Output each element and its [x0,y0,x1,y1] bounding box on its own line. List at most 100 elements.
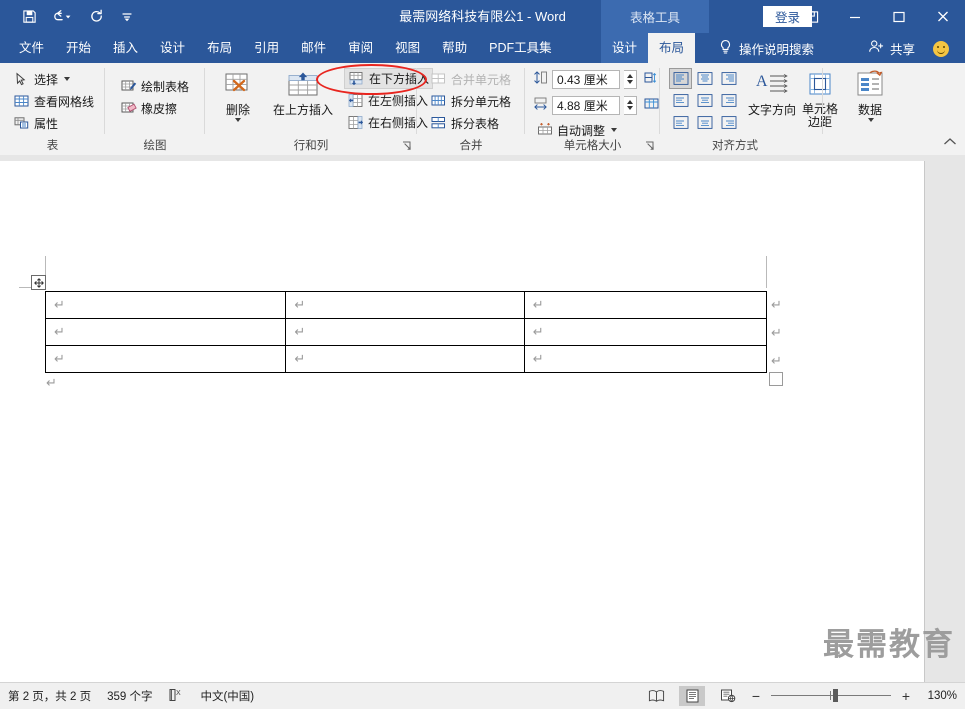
tab-layout[interactable]: 布局 [196,33,243,63]
cell-size-dialog-launcher[interactable] [645,141,656,152]
read-mode-icon[interactable] [643,686,669,706]
text-direction-button[interactable]: A 文字方向 [746,67,798,117]
align-top-left-button[interactable] [669,68,692,89]
align-center-left-button[interactable] [669,90,692,111]
zoom-level[interactable]: 130% [921,690,957,702]
align-center-right-button[interactable] [717,90,740,111]
tab-table-layout[interactable]: 布局 [648,33,696,63]
tab-home[interactable]: 开始 [55,33,102,63]
document-table[interactable]: ↵ ↵ ↵ ↵ ↵ ↵ ↵ ↵ ↵ [44,291,768,373]
minimize-icon[interactable] [833,0,877,33]
align-center-button[interactable] [693,90,716,111]
language-status[interactable]: 中文(中国) [200,688,254,704]
document-area[interactable]: ↵ ↵ ↵ ↵ ↵ ↵ ↵ ↵ ↵ ↵ ↵ ↵ ↵ 最需教育 [0,155,965,682]
tab-review[interactable]: 审阅 [337,33,384,63]
svg-text:X: X [176,690,181,697]
align-bottom-center-button[interactable] [693,112,716,133]
tab-insert[interactable]: 插入 [102,33,149,63]
redo-icon[interactable] [82,4,112,30]
table-cell[interactable]: ↵ [44,291,287,319]
maximize-icon[interactable] [877,0,921,33]
zoom-thumb[interactable] [833,689,838,702]
select-label: 选择 [34,72,59,87]
column-width-spinner[interactable] [624,95,637,115]
table-row[interactable]: ↵ ↵ ↵ [44,318,768,346]
table-resize-handle[interactable] [769,372,783,386]
properties-button[interactable]: 属性 [10,112,97,134]
rows-columns-dialog-launcher[interactable] [402,141,413,152]
main-tabs: 文件 开始 插入 设计 布局 引用 邮件 审阅 视图 帮助 PDF工具集 [8,33,563,63]
row-height-input[interactable]: 0.43 厘米 [552,69,620,89]
select-dropdown-caret[interactable] [64,77,71,81]
page-info[interactable]: 第 2 页，共 2 页 [8,688,91,704]
print-layout-icon[interactable] [679,686,705,706]
tab-mailings[interactable]: 邮件 [290,33,337,63]
insert-below-icon [348,70,365,87]
zoom-out-button[interactable]: − [751,688,761,704]
align-bottom-left-button[interactable] [669,112,692,133]
zoom-slider[interactable] [771,689,891,703]
delete-dropdown-caret[interactable] [235,118,241,122]
feedback-smiley-icon[interactable] [933,41,949,57]
select-button[interactable]: 选择 [10,68,97,90]
column-width-input[interactable]: 4.88 厘米 [552,95,620,115]
ribbon-display-options-icon[interactable] [789,0,833,33]
data-dropdown-caret[interactable] [868,118,874,122]
table-cell[interactable]: ↵ [44,345,287,373]
data-button[interactable]: 数据 [842,67,898,122]
view-gridlines-icon [13,93,30,110]
table-cell[interactable]: ↵ [523,291,768,319]
collapse-ribbon-button[interactable] [943,136,957,150]
tab-file[interactable]: 文件 [8,33,55,63]
zoom-in-button[interactable]: + [901,688,911,704]
watermark-text: 最需教育 [823,627,955,662]
eraser-button[interactable]: 橡皮擦 [117,97,192,119]
tab-view[interactable]: 视图 [384,33,431,63]
table-row[interactable]: ↵ ↵ ↵ [44,345,768,373]
tab-pdf-tools[interactable]: PDF工具集 [478,33,563,63]
autofit-dropdown-caret[interactable] [611,128,618,132]
customize-qat-icon[interactable] [112,4,142,30]
group-label-draw: 绘图 [143,140,167,152]
align-top-right-button[interactable] [717,68,740,89]
tab-table-design[interactable]: 设计 [601,33,648,63]
save-icon[interactable] [14,4,44,30]
table-cell[interactable]: ↵ [285,318,525,346]
close-icon[interactable] [921,0,965,33]
table-cell[interactable]: ↵ [44,318,287,346]
tab-design[interactable]: 设计 [149,33,196,63]
table-cell[interactable]: ↵ [523,318,768,346]
delete-button[interactable]: 删除 [210,67,266,122]
ribbon-group-alignment: A 文字方向 单元格边距 对齐方式 [660,63,838,155]
contextual-tools-title: 表格工具 [601,0,709,33]
split-table-button[interactable]: 拆分表格 [427,112,514,134]
insert-above-button[interactable]: 在上方插入 [265,67,341,117]
group-label-alignment: 对齐方式 [712,140,758,152]
share-button[interactable]: 共享 [868,33,915,63]
table-cell[interactable]: ↵ [285,291,525,319]
table-cell[interactable]: ↵ [523,345,768,373]
document-page[interactable]: ↵ ↵ ↵ ↵ ↵ ↵ ↵ ↵ ↵ ↵ ↵ ↵ ↵ [0,161,925,682]
paragraph-mark: ↵ [294,297,306,312]
word-count[interactable]: 359 个字 [107,688,152,704]
table-move-handle[interactable] [31,275,46,290]
tell-me-search[interactable]: 操作说明搜索 [718,33,814,63]
draw-table-button[interactable]: 绘制表格 [117,75,192,97]
tab-references[interactable]: 引用 [243,33,290,63]
tab-help[interactable]: 帮助 [431,33,478,63]
distribute-rows-icon[interactable] [644,71,659,88]
distribute-columns-icon[interactable] [644,97,659,114]
row-height-spinner[interactable] [624,69,637,89]
proofing-errors-icon[interactable]: X [168,688,184,705]
view-gridlines-label: 查看网格线 [34,94,95,109]
split-cells-label: 拆分单元格 [451,94,512,109]
web-layout-icon[interactable] [715,686,741,706]
table-row[interactable]: ↵ ↵ ↵ [44,291,768,319]
split-cells-button[interactable]: 拆分单元格 [427,90,514,112]
view-gridlines-button[interactable]: 查看网格线 [10,90,97,112]
align-top-center-button[interactable] [693,68,716,89]
table-cell[interactable]: ↵ [285,345,525,373]
ribbon-tab-bar: 文件 开始 插入 设计 布局 引用 邮件 审阅 视图 帮助 PDF工具集 设计 … [0,33,965,63]
undo-icon[interactable] [44,4,82,30]
align-bottom-right-button[interactable] [717,112,740,133]
